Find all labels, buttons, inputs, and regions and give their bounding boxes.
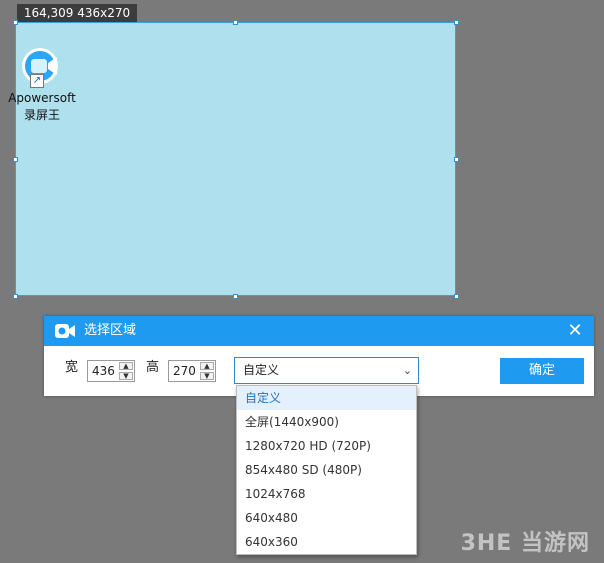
height-label: 高 [146,360,160,375]
desktop-shortcut-apowersoft[interactable]: ↗ Apowersoft 录屏王 [4,44,80,124]
capture-selection-area[interactable] [15,22,456,296]
watermark: 3HE 当游网 [460,531,590,556]
desktop-icon-label-line2: 录屏王 [23,108,60,122]
select-region-dialog: 选择区域 ✕ 宽 436 ▲ ▼ 高 270 ▲ ▼ 自定义 ⌄ 确定 [44,316,594,396]
resize-handle-bottom-center[interactable] [233,294,238,299]
shortcut-arrow-icon: ↗ [30,74,44,88]
resize-handle-middle-right[interactable] [454,157,459,162]
selection-coords-label: 164,309 436x270 [17,4,137,23]
height-value: 270 [173,364,196,378]
height-spinbox[interactable]: 270 ▲ ▼ [168,360,216,382]
resize-handle-top-left[interactable] [13,20,18,25]
dropdown-option-854x480[interactable]: 854x480 SD (480P) [237,458,416,482]
chevron-down-icon: ⌄ [402,364,412,377]
desktop-icon-label-line1: Apowersoft [8,91,76,105]
video-camera-icon: ↗ [20,44,64,88]
dropdown-option-custom[interactable]: 自定义 [237,386,416,410]
preset-size-select[interactable]: 自定义 ⌄ [234,357,419,384]
width-increment-icon[interactable]: ▲ [119,362,133,370]
dropdown-option-1280x720[interactable]: 1280x720 HD (720P) [237,434,416,458]
width-spinbox[interactable]: 436 ▲ ▼ [87,360,135,382]
preset-size-dropdown: 自定义 全屏(1440x900) 1280x720 HD (720P) 854x… [236,385,417,555]
dropdown-option-640x360[interactable]: 640x360 [237,530,416,554]
dropdown-option-640x480[interactable]: 640x480 [237,506,416,530]
resize-handle-bottom-left[interactable] [13,294,18,299]
preset-selected-value: 自定义 [243,363,280,377]
confirm-button[interactable]: 确定 [500,358,584,384]
resize-handle-top-center[interactable] [233,20,238,25]
dialog-title: 选择区域 [84,323,137,338]
resize-handle-bottom-right[interactable] [454,294,459,299]
height-increment-icon[interactable]: ▲ [200,362,214,370]
close-icon[interactable]: ✕ [564,320,586,342]
dropdown-option-1024x768[interactable]: 1024x768 [237,482,416,506]
resize-handle-middle-left[interactable] [13,157,18,162]
height-decrement-icon[interactable]: ▼ [200,372,214,380]
width-label: 宽 [65,360,79,375]
dropdown-option-fullscreen[interactable]: 全屏(1440x900) [237,410,416,434]
video-camera-icon [54,321,76,341]
resize-handle-top-right[interactable] [454,20,459,25]
dialog-titlebar[interactable]: 选择区域 ✕ [44,316,594,346]
width-decrement-icon[interactable]: ▼ [119,372,133,380]
width-value: 436 [92,364,115,378]
